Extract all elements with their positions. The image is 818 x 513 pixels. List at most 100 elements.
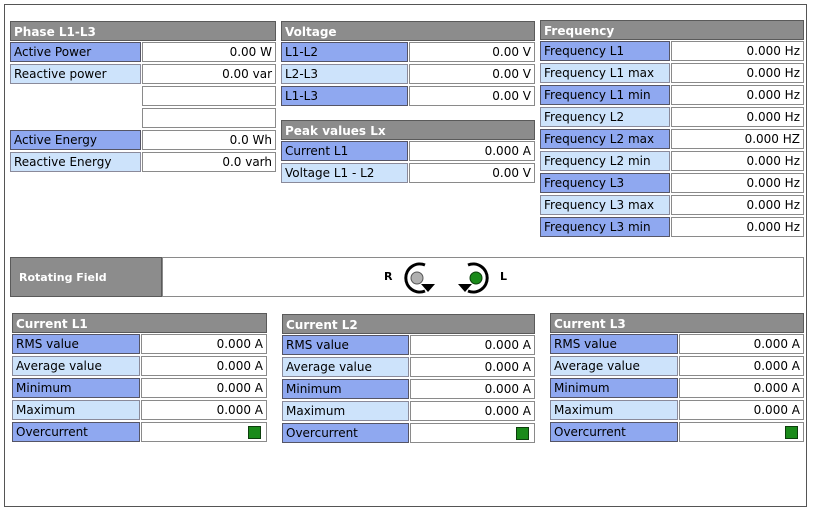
row-label: Average value <box>282 357 409 377</box>
table-row: Reactive Energy 0.0 varh <box>10 151 276 173</box>
panel-title: Current L1 <box>12 313 267 333</box>
row-value: 0.000 A <box>410 401 535 421</box>
table-row: RMS value 0.000 A <box>550 333 804 355</box>
row-value: 0.00 V <box>409 163 535 183</box>
peak-panel: Peak values Lx Current L1 0.000 A Voltag… <box>281 120 535 184</box>
table-row: Minimum 0.000 A <box>12 377 267 399</box>
row-label: Frequency L2 max <box>540 129 670 149</box>
row-label: L2-L3 <box>281 64 408 84</box>
row-value: 0.00 V <box>409 42 535 62</box>
table-row: Reactive power 0.00 var <box>10 63 276 85</box>
row-label: RMS value <box>12 334 140 354</box>
row-value: 0.000 A <box>410 379 535 399</box>
row-label: Frequency L3 <box>540 173 670 193</box>
table-row: RMS value 0.000 A <box>282 334 535 356</box>
row-value: 0.00 W <box>142 42 276 62</box>
row-value: 0.000 A <box>141 356 267 376</box>
table-row: Frequency L1 max 0.000 Hz <box>540 62 804 84</box>
row-label: Frequency L1 <box>540 41 670 61</box>
row-value: 0.000 Hz <box>671 173 804 193</box>
row-label: Frequency L2 <box>540 107 670 127</box>
overcurrent-cell <box>679 422 804 442</box>
table-row: Overcurrent <box>282 422 535 444</box>
table-row: Frequency L2 0.000 Hz <box>540 106 804 128</box>
row-label: Average value <box>550 356 678 376</box>
phase-panel: Phase L1-L3 Active Power 0.00 W Reactive… <box>10 21 276 173</box>
panel-title: Peak values Lx <box>281 120 535 140</box>
table-row: Voltage L1 - L2 0.00 V <box>281 162 535 184</box>
table-row: RMS value 0.000 A <box>12 333 267 355</box>
row-label: Maximum <box>282 401 409 421</box>
overcurrent-cell <box>141 422 267 442</box>
row-label: Active Power <box>10 42 141 62</box>
table-row: Overcurrent <box>12 421 267 443</box>
panel-title: Voltage <box>281 21 535 41</box>
rotating-field-label: Rotating Field <box>10 257 162 297</box>
row-label: Frequency L3 max <box>540 195 670 215</box>
frequency-panel: Frequency Frequency L1 0.000 Hz Frequenc… <box>540 20 804 238</box>
current-l3-panel: Current L3 RMS value 0.000 A Average val… <box>550 313 804 443</box>
row-label: Average value <box>12 356 140 376</box>
table-row: Maximum 0.000 A <box>12 399 267 421</box>
row-label-empty <box>10 85 141 107</box>
table-row: Average value 0.000 A <box>550 355 804 377</box>
row-label: Minimum <box>282 379 409 399</box>
table-row: Minimum 0.000 A <box>550 377 804 399</box>
row-value: 0.000 Hz <box>671 63 804 83</box>
row-label: Overcurrent <box>282 423 409 443</box>
row-value: 0.0 Wh <box>142 130 276 150</box>
row-label: Overcurrent <box>550 422 678 442</box>
row-label: Reactive Energy <box>10 152 141 172</box>
row-value: 0.000 A <box>679 378 804 398</box>
rotation-left-icon <box>458 262 489 294</box>
row-value: 0.000 A <box>141 400 267 420</box>
table-row: L1-L3 0.00 V <box>281 85 535 107</box>
table-row: Overcurrent <box>550 421 804 443</box>
row-label: Reactive power <box>10 64 141 84</box>
row-label: L1-L3 <box>281 86 408 106</box>
row-value: 0.000 A <box>410 357 535 377</box>
row-label: Maximum <box>12 400 140 420</box>
row-label: Maximum <box>550 400 678 420</box>
row-value: 0.000 A <box>141 378 267 398</box>
row-value: 0.000 A <box>409 141 535 161</box>
row-value: 0.00 var <box>142 64 276 84</box>
row-value: 0.00 V <box>409 86 535 106</box>
table-row: Maximum 0.000 A <box>550 399 804 421</box>
current-l2-panel: Current L2 RMS value 0.000 A Average val… <box>282 314 535 444</box>
overcurrent-cell <box>410 423 535 443</box>
row-label: Current L1 <box>281 141 408 161</box>
row-label: Frequency L2 min <box>540 151 670 171</box>
row-label: RMS value <box>550 334 678 354</box>
rotation-right-icon <box>404 262 435 294</box>
row-label: Active Energy <box>10 130 141 150</box>
table-row: Frequency L3 min 0.000 Hz <box>540 216 804 238</box>
table-row: Frequency L2 max 0.000 HZ <box>540 128 804 150</box>
row-value: 0.000 Hz <box>671 107 804 127</box>
table-row-empty <box>10 85 276 107</box>
row-value: 0.000 A <box>679 400 804 420</box>
row-value: 0.000 A <box>679 356 804 376</box>
row-label: RMS value <box>282 335 409 355</box>
row-value: 0.000 A <box>141 334 267 354</box>
row-label: Frequency L1 max <box>540 63 670 83</box>
panel-title: Phase L1-L3 <box>10 21 276 41</box>
table-row: Frequency L3 0.000 Hz <box>540 172 804 194</box>
table-row: Frequency L1 0.000 Hz <box>540 40 804 62</box>
row-label: Frequency L1 min <box>540 85 670 105</box>
row-label: Voltage L1 - L2 <box>281 163 408 183</box>
row-value: 0.000 A <box>410 335 535 355</box>
row-value: 0.00 V <box>409 64 535 84</box>
row-value: 0.000 Hz <box>671 195 804 215</box>
table-row: Active Power 0.00 W <box>10 41 276 63</box>
row-value: 0.000 A <box>679 334 804 354</box>
table-row: Active Energy 0.0 Wh <box>10 129 276 151</box>
panel-title: Current L2 <box>282 314 535 334</box>
table-row: Minimum 0.000 A <box>282 378 535 400</box>
table-row: Frequency L1 min 0.000 Hz <box>540 84 804 106</box>
row-label-empty <box>10 107 141 129</box>
row-label: Overcurrent <box>12 422 140 442</box>
row-value: 0.000 Hz <box>671 41 804 61</box>
panel-title: Frequency <box>540 20 804 40</box>
row-label: L1-L2 <box>281 42 408 62</box>
